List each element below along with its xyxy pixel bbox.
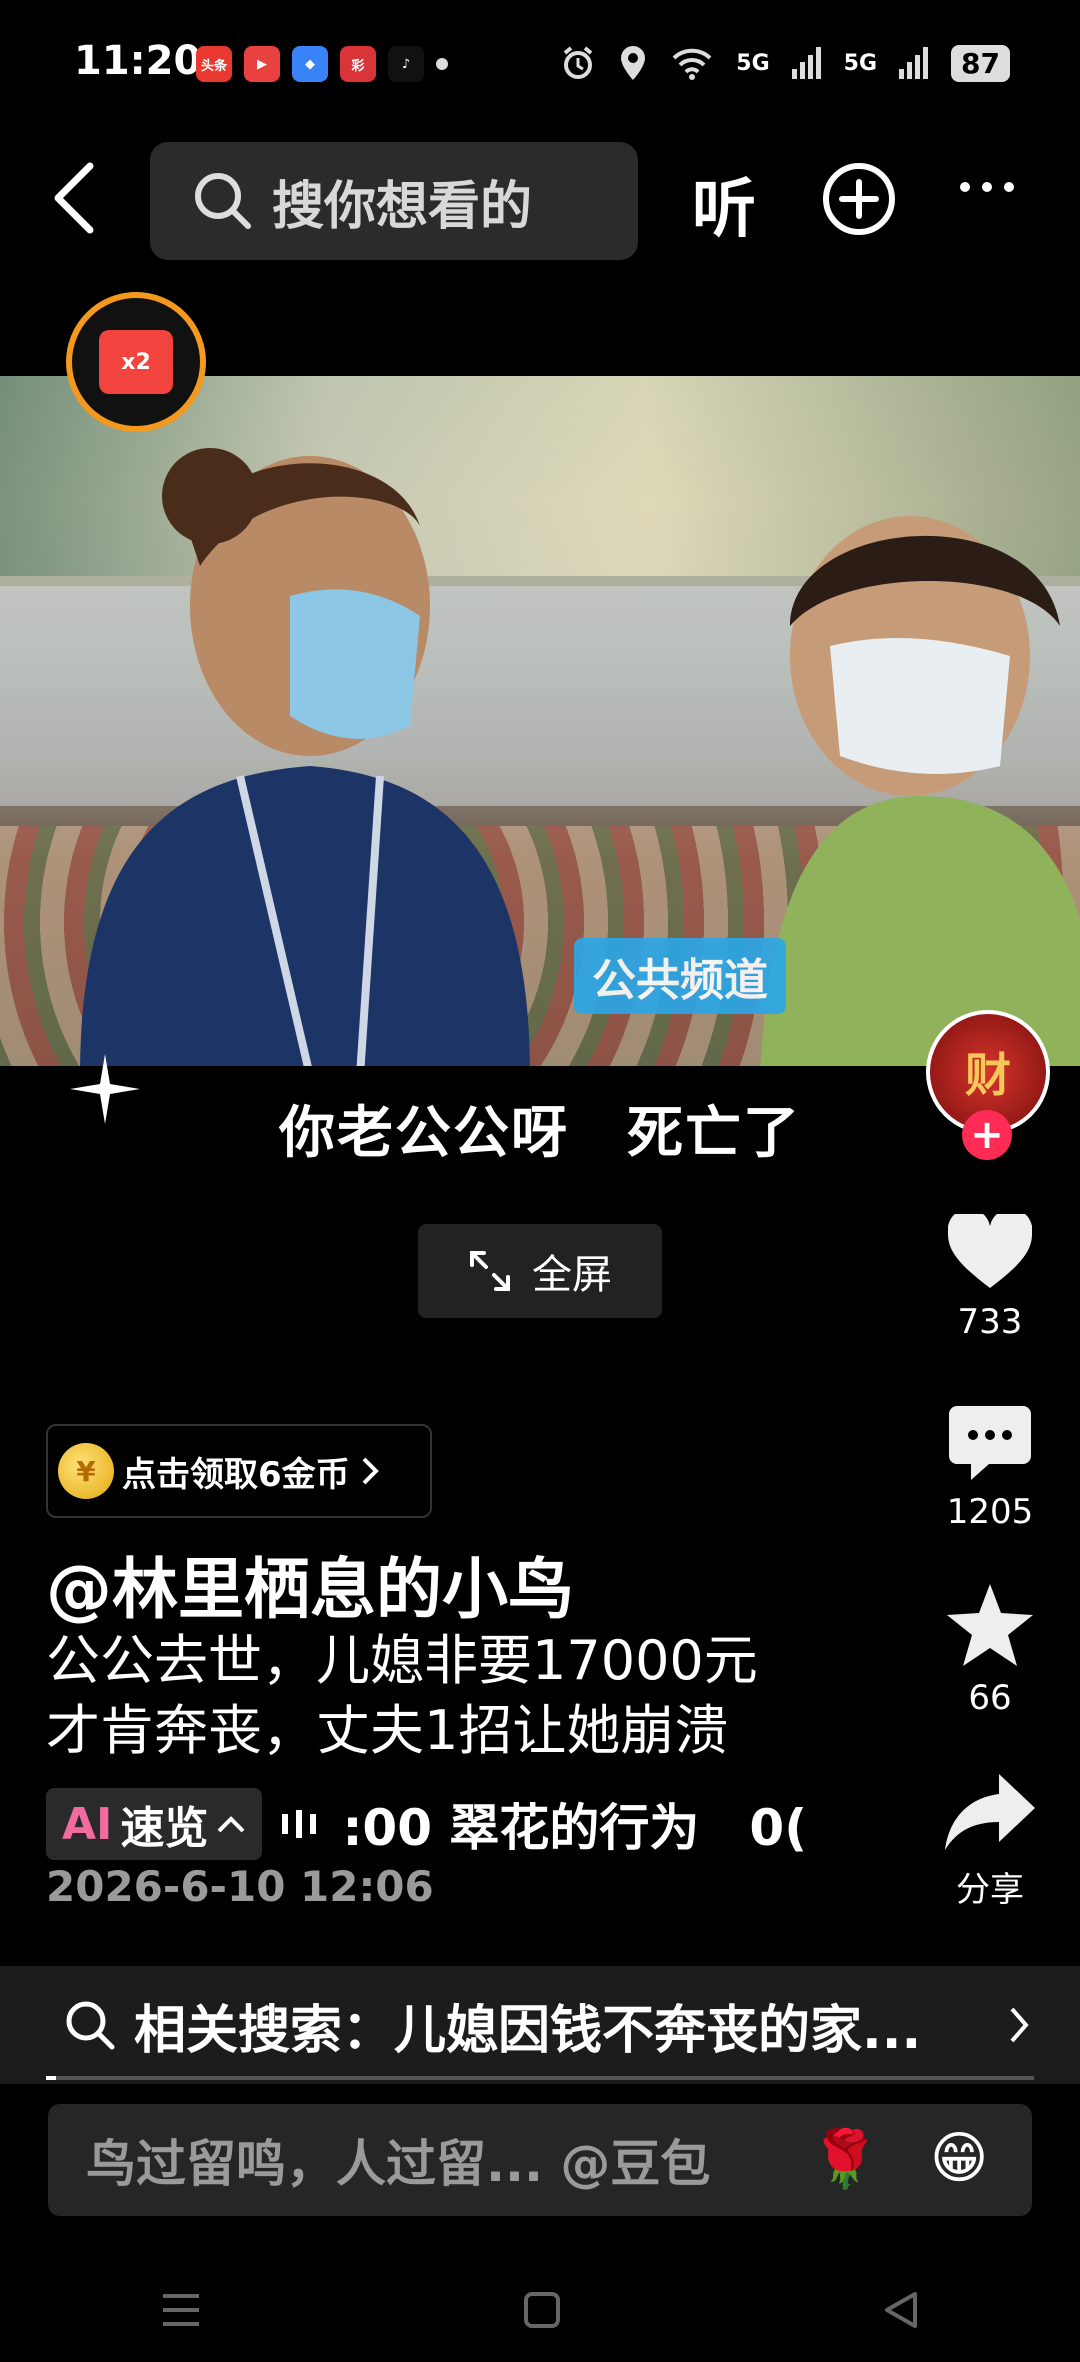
- share-arrow-icon: [945, 1774, 1035, 1850]
- search-box[interactable]: 搜你想看的: [150, 142, 638, 260]
- follow-button[interactable]: +: [962, 1110, 1012, 1160]
- post-date: 2026-6-10 12:06: [46, 1862, 434, 1911]
- comment-button[interactable]: 1205: [930, 1406, 1050, 1532]
- alarm-icon: [564, 46, 593, 79]
- description-line-2: 才肯奔丧，丈夫1招让她崩溃: [46, 1699, 729, 1762]
- gold-coin-icon: ¥: [58, 1443, 114, 1499]
- rose-emoji-button[interactable]: 🌹: [810, 2126, 880, 2192]
- back-triangle-icon[interactable]: [881, 2290, 921, 2330]
- signal-2-label: 5G: [843, 50, 878, 76]
- video-subtitle: 你老公公呀 死亡了: [279, 1101, 801, 1166]
- signal-1-label: 5G: [736, 50, 770, 76]
- signal-2-icon: [899, 47, 929, 79]
- author-name[interactable]: @林里栖息的小鸟: [46, 1536, 574, 1632]
- coin-promo-text: 点击领取6金币: [122, 1454, 350, 1495]
- chevron-left-icon: [54, 162, 94, 234]
- browser-app-icon: ◆: [292, 46, 328, 82]
- video-progress-fill: [46, 2076, 56, 2080]
- video-player[interactable]: 公共频道: [0, 376, 1080, 1066]
- create-button[interactable]: [822, 162, 896, 240]
- description-line-1: 公公去世，儿媳非要17000元: [46, 1629, 758, 1692]
- avatar-text: 财: [965, 1048, 1011, 1102]
- lottery-app-icon: 彩: [340, 46, 376, 82]
- notification-app-icons: 头条 ▶ ◆ 彩 ♪: [196, 46, 448, 82]
- comment-count: 1205: [946, 1492, 1034, 1532]
- chevron-up-icon: [218, 1816, 245, 1833]
- comment-placeholder: 鸟过留鸣，人过留... @豆包: [86, 2135, 711, 2193]
- fullscreen-label: 全屏: [532, 1252, 612, 1298]
- ai-summary-row: AI 速览 :00 翠花的行为 0(: [46, 1788, 846, 1860]
- favorite-button[interactable]: 66: [930, 1584, 1050, 1718]
- more-options-button[interactable]: [960, 182, 1014, 192]
- heart-icon: [947, 1208, 1033, 1288]
- interviewer-figure: [80, 448, 530, 1066]
- grin-emoji-button[interactable]: 😁: [930, 2126, 988, 2191]
- ai-label: AI: [62, 1798, 113, 1850]
- share-button[interactable]: 分享: [930, 1774, 1050, 1911]
- coin-reward-pill[interactable]: ¥ 点击领取6金币: [46, 1424, 432, 1518]
- comment-icon: [949, 1406, 1031, 1480]
- chevron-right-icon: [362, 1457, 379, 1485]
- ai-summary-marquee: :00 翠花的行为 0(: [342, 1799, 808, 1857]
- more-dot-icon: [982, 182, 992, 192]
- ai-summary-label: 速览: [120, 1803, 209, 1854]
- home-icon[interactable]: [522, 2290, 562, 2330]
- back-button[interactable]: [50, 160, 110, 240]
- battery-level: 87: [951, 44, 1010, 82]
- chevron-right-icon: [1010, 2007, 1029, 2043]
- more-dot-icon: [960, 182, 970, 192]
- gold-coin-symbol: ¥: [76, 1454, 96, 1488]
- share-label: 分享: [956, 1870, 1024, 1910]
- related-search-bar[interactable]: 相关搜索：儿媳因钱不奔丧的家...: [0, 1966, 1080, 2084]
- redpacket-bonus-button[interactable]: x2: [66, 292, 206, 432]
- more-dot-icon: [1004, 182, 1014, 192]
- search-icon: [66, 2001, 115, 2050]
- video-progress-bar[interactable]: [46, 2076, 1034, 2080]
- search-icon: [195, 173, 251, 229]
- tiktok-app-icon: ♪: [388, 46, 424, 82]
- fullscreen-button[interactable]: 全屏: [418, 1224, 662, 1318]
- like-count: 733: [957, 1302, 1023, 1342]
- status-time: 11:20: [74, 38, 202, 84]
- comment-input[interactable]: 鸟过留鸣，人过留... @豆包: [48, 2104, 1032, 2216]
- like-button[interactable]: 733: [930, 1208, 1050, 1342]
- signal-1-icon: [791, 47, 821, 79]
- video-description[interactable]: 公公去世，儿媳非要17000元 才肯奔丧，丈夫1招让她崩溃: [46, 1626, 846, 1766]
- search-placeholder: 搜你想看的: [272, 176, 533, 237]
- plus-circle-icon: [823, 163, 895, 235]
- system-nav-bar: [0, 2260, 1080, 2360]
- audio-wave-icon: [282, 1810, 317, 1838]
- related-search-text: 相关搜索：儿媳因钱不奔丧的家...: [134, 2000, 922, 2061]
- expand-icon: [470, 1251, 510, 1291]
- listen-button[interactable]: 听: [692, 158, 756, 250]
- ai-summary-toggle[interactable]: AI 速览: [46, 1788, 263, 1860]
- favorite-count: 66: [968, 1678, 1012, 1718]
- toutiao-app-icon: 头条: [196, 46, 232, 82]
- wifi-icon: [672, 48, 712, 80]
- star-icon: [947, 1584, 1033, 1666]
- sparkle-icon: [70, 1054, 140, 1124]
- redpacket-icon: x2: [99, 330, 173, 394]
- channel-logo: 公共频道: [574, 938, 786, 1014]
- video-app-icon: ▶: [244, 46, 280, 82]
- location-icon: [621, 46, 646, 80]
- interviewee-figure: [760, 516, 1080, 1066]
- status-right: 5G 5G 87: [560, 44, 1010, 82]
- more-notifications-dot: [436, 58, 448, 70]
- menu-icon[interactable]: [159, 2290, 203, 2330]
